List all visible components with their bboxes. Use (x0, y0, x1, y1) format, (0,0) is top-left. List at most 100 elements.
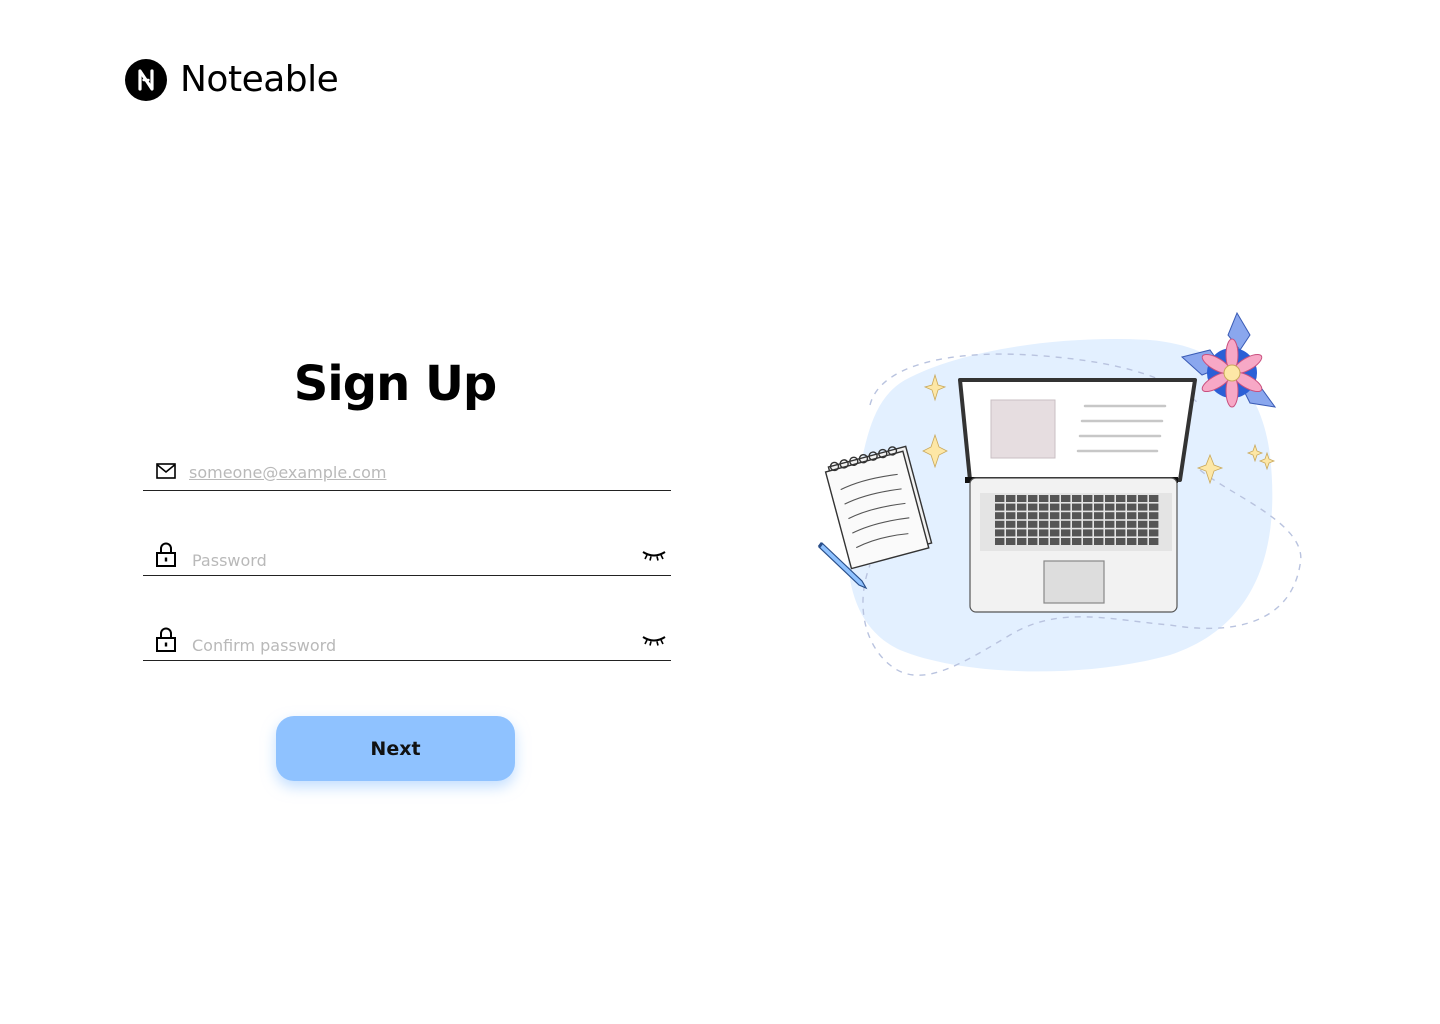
brand: Noteable (125, 59, 339, 101)
keyboard-key (1083, 512, 1093, 520)
keyboard-key (1017, 495, 1027, 502)
keyboard-key (1006, 520, 1016, 528)
keyboard-key (1072, 503, 1082, 511)
keyboard-key (1017, 512, 1027, 520)
keyboard-key (1028, 512, 1038, 520)
keyboard-key (995, 538, 1005, 545)
keyboard-key (1094, 495, 1104, 502)
keyboard-key (1083, 520, 1093, 528)
keyboard-key (1094, 503, 1104, 511)
keyboard-key (1039, 538, 1049, 545)
keyboard-key (1127, 529, 1137, 537)
keyboard-key (1138, 529, 1148, 537)
keyboard-key (1105, 495, 1115, 502)
keyboard-key (1039, 520, 1049, 528)
keyboard-key (1149, 520, 1159, 528)
eye-closed-icon[interactable] (641, 549, 667, 563)
keyboard-key (1138, 495, 1148, 502)
keyboard-key (1149, 529, 1159, 537)
keyboard-key (1127, 503, 1137, 511)
keyboard-key (1094, 512, 1104, 520)
keyboard-key (1116, 503, 1126, 511)
keyboard-key (1061, 538, 1071, 545)
keyboard-key (1017, 503, 1027, 511)
keyboard-key (1138, 503, 1148, 511)
keyboard-key (1050, 512, 1060, 520)
keyboard-key (1094, 529, 1104, 537)
keyboard-key (1039, 529, 1049, 537)
keyboard-key (995, 520, 1005, 528)
keyboard-key (1017, 529, 1027, 537)
keyboard-key (1028, 538, 1038, 545)
next-button[interactable]: Next (276, 716, 515, 781)
keyboard-key (1028, 520, 1038, 528)
keyboard-key (1072, 529, 1082, 537)
keyboard-key (1149, 512, 1159, 520)
keyboard-key (1006, 512, 1016, 520)
keyboard-key (995, 503, 1005, 511)
lock-icon (156, 627, 176, 652)
password-input[interactable] (192, 549, 622, 571)
keyboard-key (1061, 529, 1071, 537)
page-title: Sign Up (293, 356, 498, 412)
confirm-password-input[interactable] (192, 634, 622, 656)
keyboard-key (1127, 520, 1137, 528)
eye-closed-icon[interactable] (641, 634, 667, 648)
noteable-logo-icon (125, 59, 167, 101)
keyboard-key (1006, 538, 1016, 545)
keyboard-key (1116, 520, 1126, 528)
keyboard-key (1050, 529, 1060, 537)
keyboard-key (995, 512, 1005, 520)
keyboard-key (1105, 503, 1115, 511)
keyboard-key (1116, 529, 1126, 537)
keyboard-key (1006, 529, 1016, 537)
keyboard-key (995, 529, 1005, 537)
keyboard-key (1061, 503, 1071, 511)
email-input[interactable] (189, 461, 649, 483)
keyboard-key (1149, 495, 1159, 502)
confirm-password-field (143, 623, 671, 661)
keyboard-key (1149, 538, 1159, 545)
keyboard-key (1116, 495, 1126, 502)
keyboard-key (1105, 529, 1115, 537)
password-field (143, 538, 671, 576)
keyboard-key (1072, 538, 1082, 545)
keyboard-key (1072, 495, 1082, 502)
keyboard-key (1116, 538, 1126, 545)
keyboard-key (1138, 520, 1148, 528)
email-field (143, 452, 671, 491)
keyboard-key (1083, 538, 1093, 545)
keyboard-key (1094, 520, 1104, 528)
keyboard-key (1039, 495, 1049, 502)
lock-icon (156, 542, 176, 567)
keyboard-key (1083, 529, 1093, 537)
envelope-icon (156, 463, 176, 479)
keyboard-key (1083, 503, 1093, 511)
keyboard-key (1028, 529, 1038, 537)
brand-name: Noteable (180, 59, 339, 100)
keyboard-key (1127, 538, 1137, 545)
keyboard-key (1061, 512, 1071, 520)
keyboard-key (1006, 503, 1016, 511)
keyboard-key (1127, 495, 1137, 502)
keyboard-key (1061, 520, 1071, 528)
keyboard-key (1105, 538, 1115, 545)
keyboard-key (1006, 495, 1016, 502)
laptop-notebook-flower-illustration (817, 311, 1302, 676)
keyboard-key (1149, 503, 1159, 511)
keyboard-key (1116, 512, 1126, 520)
keyboard-key (1127, 512, 1137, 520)
keyboard-key (1028, 503, 1038, 511)
keyboard-key (1028, 495, 1038, 502)
keyboard-key (1094, 538, 1104, 545)
keyboard-key (1072, 520, 1082, 528)
keyboard-key (1105, 520, 1115, 528)
laptop (958, 378, 1197, 613)
keyboard-key (1039, 503, 1049, 511)
keyboard-key (1083, 495, 1093, 502)
keyboard-key (1050, 495, 1060, 502)
keyboard-key (1017, 538, 1027, 545)
keyboard-key (1105, 512, 1115, 520)
keyboard-key (1050, 503, 1060, 511)
keyboard-key (1061, 495, 1071, 502)
